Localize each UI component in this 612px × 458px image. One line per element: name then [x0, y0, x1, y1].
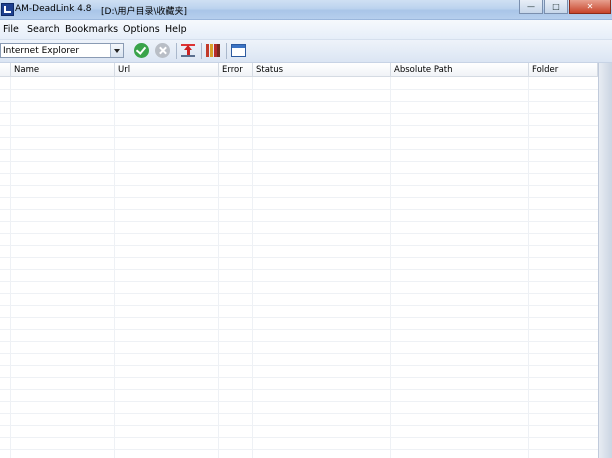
- app-window: AM-DeadLink 4.8 [D:\用户目录\收藏夹] — □ ✕ File…: [0, 0, 612, 458]
- app-logo-icon: [1, 3, 14, 16]
- column-header-folder[interactable]: Folder: [529, 63, 598, 76]
- column-header-absolute-path[interactable]: Absolute Path: [391, 63, 529, 76]
- chevron-down-icon[interactable]: [110, 44, 123, 57]
- close-icon: ✕: [586, 1, 594, 11]
- menu-file[interactable]: File: [3, 24, 19, 35]
- toolbar: Internet Explorer: [0, 40, 612, 63]
- menu-help[interactable]: Help: [165, 24, 187, 35]
- browser-select[interactable]: Internet Explorer: [0, 43, 124, 58]
- menu-search[interactable]: Search: [27, 24, 60, 35]
- column-header-error[interactable]: Error: [219, 63, 253, 76]
- close-button[interactable]: ✕: [569, 0, 611, 14]
- bookmarks-icon[interactable]: [206, 43, 220, 58]
- results-table[interactable]: Name Url Error Status Absolute Path Fold…: [0, 63, 598, 458]
- window-icon[interactable]: [231, 44, 246, 57]
- check-icon[interactable]: [134, 43, 149, 58]
- window-controls: — □ ✕: [518, 0, 611, 14]
- browser-select-value: Internet Explorer: [3, 46, 80, 56]
- export-icon[interactable]: [181, 43, 195, 58]
- column-header-index[interactable]: [0, 63, 11, 76]
- minimize-icon: —: [527, 1, 535, 11]
- column-header-url[interactable]: Url: [115, 63, 219, 76]
- maximize-icon: □: [552, 1, 560, 11]
- table-header: Name Url Error Status Absolute Path Fold…: [0, 63, 598, 77]
- cancel-icon[interactable]: [155, 43, 170, 58]
- window-title: AM-DeadLink 4.8: [15, 4, 92, 14]
- toolbar-separator: [176, 43, 177, 59]
- maximize-button[interactable]: □: [544, 0, 568, 14]
- toolbar-separator: [226, 43, 227, 59]
- table-row[interactable]: [0, 437, 598, 450]
- menu-options[interactable]: Options: [123, 24, 160, 35]
- column-header-status[interactable]: Status: [253, 63, 391, 76]
- column-header-name[interactable]: Name: [11, 63, 115, 76]
- title-bar[interactable]: AM-DeadLink 4.8 [D:\用户目录\收藏夹] — □ ✕: [0, 0, 612, 20]
- menu-bar: File Search Bookmarks Options Help: [0, 20, 612, 40]
- toolbar-separator: [201, 43, 202, 59]
- window-title-path: [D:\用户目录\收藏夹]: [101, 7, 188, 17]
- minimize-button[interactable]: —: [519, 0, 543, 14]
- window-right-edge: [598, 63, 612, 458]
- menu-bookmarks[interactable]: Bookmarks: [65, 24, 118, 35]
- table-body: [0, 77, 598, 458]
